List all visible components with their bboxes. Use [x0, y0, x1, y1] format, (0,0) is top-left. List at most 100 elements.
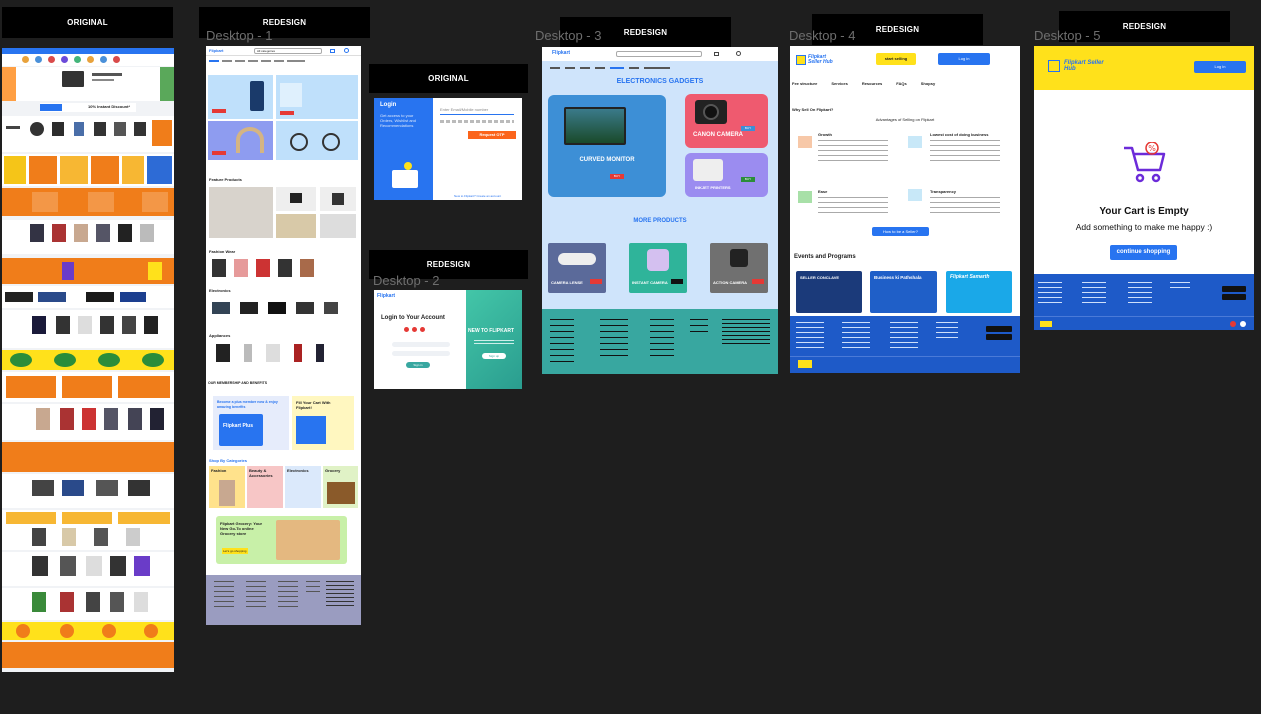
- d1-fashion-wear: Fashion Wear: [209, 249, 236, 254]
- app-icon[interactable]: [1230, 321, 1236, 327]
- cart-icon[interactable]: [330, 49, 335, 53]
- d2-signin-button[interactable]: Sign in: [406, 362, 430, 368]
- d5-empty-subtitle: Add something to make me happy :): [1075, 222, 1213, 232]
- desktop1-frame[interactable]: Flipkart All categories Feature Products…: [206, 46, 361, 625]
- original-home-frame[interactable]: 10% Instant Discount*: [2, 48, 174, 672]
- orig-price-strip: [2, 350, 174, 370]
- d2-logo[interactable]: Flipkart: [377, 294, 395, 299]
- d2-email-input[interactable]: [392, 342, 450, 347]
- ol-request-otp-button[interactable]: Request OTP: [468, 131, 516, 139]
- d3-search-input[interactable]: [616, 51, 702, 57]
- frame-title-desktop1: Desktop - 1: [206, 28, 273, 43]
- d1-feature-5[interactable]: [320, 214, 356, 238]
- d1-feature-2[interactable]: [276, 187, 316, 211]
- d3-lense-buy-button[interactable]: [590, 279, 602, 284]
- d1-hero-phone[interactable]: [208, 75, 273, 119]
- empty-cart-icon: %: [1124, 142, 1166, 183]
- d1-cat-electronics[interactable]: Electronics: [285, 466, 321, 508]
- d1-nav: [209, 60, 305, 62]
- user-icon[interactable]: [344, 48, 349, 53]
- d1-cat-grocery[interactable]: Grocery: [323, 466, 358, 508]
- d1-grocery-banner[interactable]: Flipkart Grocery: Your New Go-To online …: [216, 516, 347, 564]
- d4-lowest-cost: Lowest cost of doing business: [930, 132, 989, 137]
- orig-misc-row: [2, 372, 174, 402]
- d4-nav-fee[interactable]: Fee structure: [792, 81, 817, 86]
- d3-action-camera-card[interactable]: ACTION CAMERA: [710, 243, 768, 293]
- desktop2-frame[interactable]: Flipkart Login to Your Account Sign in N…: [374, 290, 522, 389]
- ol-input[interactable]: Enter Email/Mobile number: [440, 107, 488, 112]
- user-icon[interactable]: [736, 51, 741, 56]
- frame-title-desktop3: Desktop - 3: [535, 28, 602, 43]
- d3-curved-monitor-label: CURVED MONITOR: [579, 157, 635, 163]
- d1-fill-cart-card[interactable]: Fill Your Cart With Flipkart!: [292, 396, 354, 450]
- ease-icon: [798, 191, 812, 203]
- d4-nav-resources[interactable]: Resources: [862, 81, 882, 86]
- d4-why-sell: Why Sell On Flipkart?: [792, 107, 834, 112]
- d4-event-seller-conclave[interactable]: SELLER CONCLAVE: [796, 271, 862, 313]
- d1-grocery-button[interactable]: Let's go shopping: [222, 548, 248, 554]
- d3-logo[interactable]: Flipkart: [552, 51, 570, 56]
- d1-feature-3[interactable]: [320, 187, 356, 211]
- d4-brand-text: Flipkart Seller Hub: [808, 54, 833, 65]
- d1-feature-4[interactable]: [276, 214, 316, 238]
- d1-logo[interactable]: Flipkart: [209, 48, 223, 53]
- d1-membership: OUR MEMBERSHIP AND BENEFITS: [208, 381, 268, 385]
- orig-percent-strip: [2, 622, 174, 640]
- d1-hero-iphone[interactable]: [276, 75, 358, 119]
- orig-hero-banner[interactable]: [2, 67, 174, 101]
- d3-monitor-buy-button[interactable]: BUY: [610, 174, 624, 179]
- d1-hero-bicycle[interactable]: [276, 121, 358, 160]
- linkedin-icon[interactable]: [420, 327, 425, 332]
- d5-login-button[interactable]: Log in: [1194, 61, 1246, 73]
- d1-search-input[interactable]: All categories: [254, 48, 322, 54]
- d3-action-buy-button[interactable]: [752, 279, 764, 284]
- d3-curved-monitor-card[interactable]: CURVED MONITOR BUY: [548, 95, 666, 197]
- desktop5-frame[interactable]: Flipkart Seller Hub Log in % Your Cart i…: [1034, 46, 1254, 330]
- d3-canon-camera-card[interactable]: CANON CAMERA BUY: [685, 94, 768, 148]
- d1-hero-headphones[interactable]: [208, 121, 273, 160]
- cart-icon[interactable]: [714, 52, 719, 56]
- d2-signup-button[interactable]: Sign up: [482, 353, 506, 359]
- facebook-icon[interactable]: [412, 327, 417, 332]
- d4-start-selling-button[interactable]: start selling: [876, 53, 916, 65]
- d1-footer: [206, 575, 361, 625]
- d5-continue-shopping-button[interactable]: continue shopping: [1110, 245, 1177, 260]
- d4-nav-shopsy[interactable]: Shopsy: [921, 81, 935, 86]
- d3-instant-camera-card[interactable]: INSTANT CAMERA: [629, 243, 687, 293]
- d1-appliance-items: [216, 344, 324, 362]
- d2-password-input[interactable]: [392, 351, 450, 356]
- google-icon[interactable]: [404, 327, 409, 332]
- d4-nav-services[interactable]: Services: [831, 81, 847, 86]
- d5-brand[interactable]: Flipkart Seller Hub: [1064, 60, 1114, 72]
- d2-right-panel: NEW TO FLIPKART Sign up: [466, 290, 522, 389]
- d3-instant-buy-button[interactable]: [671, 279, 683, 284]
- d3-canon-buy-button[interactable]: BUY: [741, 126, 755, 131]
- desktop3-frame[interactable]: Flipkart ELECTRONICS GADGETS CURVED MONI…: [542, 47, 778, 374]
- app-icon[interactable]: [1240, 321, 1246, 327]
- d1-cat-fashion[interactable]: Fashion: [209, 466, 245, 508]
- lowest-cost-icon: [908, 136, 922, 148]
- d4-event-pathshala[interactable]: Business ki Pathshala: [870, 271, 937, 313]
- d3-inkjet-label: INKJET PRINTERS: [695, 185, 731, 190]
- ol-create-account-link[interactable]: New to Flipkart? Create an account: [454, 194, 501, 199]
- d4-nav-faqs[interactable]: FAQs: [896, 81, 906, 86]
- d1-plus-card[interactable]: Become a plus member now & enjoy amazing…: [213, 396, 289, 450]
- d3-action-camera-label: ACTION CAMERA: [713, 280, 747, 285]
- orig-tv-row: [2, 552, 174, 586]
- d1-fill-cart-text: Fill Your Cart With Flipkart!: [296, 400, 331, 410]
- original-login-frame[interactable]: Login Get access to your Orders, Wishlis…: [374, 98, 522, 200]
- desktop4-frame[interactable]: Flipkart Seller Hub start selling Log in…: [790, 46, 1020, 373]
- orig-discount-banner[interactable]: 10% Instant Discount*: [40, 103, 136, 112]
- orig-brand-row: [2, 286, 174, 308]
- d4-brand[interactable]: Flipkart Seller Hub: [796, 52, 836, 70]
- d3-footer: [542, 309, 778, 374]
- d4-login-button[interactable]: Log in: [938, 53, 990, 65]
- d1-feature-main[interactable]: [209, 187, 273, 238]
- d1-cat-beauty[interactable]: Beauty & Accessories: [247, 466, 283, 508]
- frame-title-desktop5: Desktop - 5: [1034, 28, 1101, 43]
- d3-inkjet-buy-button[interactable]: BUY: [741, 177, 755, 182]
- d4-how-to-seller-button[interactable]: How to be a Seller?: [872, 227, 929, 236]
- d3-inkjet-printer-card[interactable]: INKJET PRINTERS BUY: [685, 153, 768, 197]
- d3-camera-lense-card[interactable]: CAMERA LENSE: [548, 243, 606, 293]
- d4-event-samarth[interactable]: Flipkart Samarth: [946, 271, 1012, 313]
